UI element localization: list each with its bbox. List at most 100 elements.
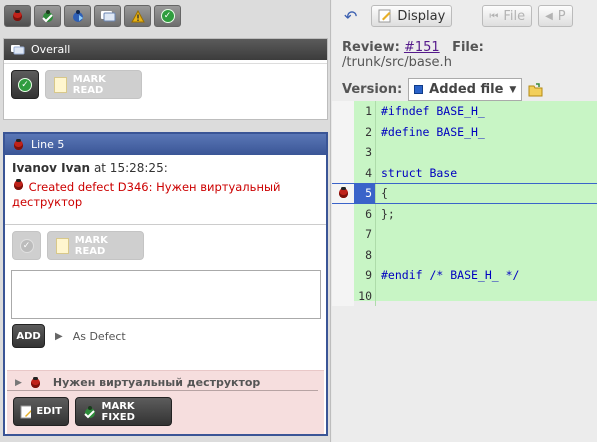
bug-blue-icon <box>72 10 83 22</box>
line-number: 8 <box>354 244 376 265</box>
left-pane: ✓ Overall ✓ MARK READ Line 5 Ivanov Ivan <box>0 0 331 442</box>
mark-read-label: MARK READ <box>72 73 106 96</box>
view-toolbar: ↶ Display ⏮ File ◀ P <box>332 4 597 28</box>
code-view: 1 #ifndef BASE_H_ 2 #define BASE_H_ 3 4 … <box>332 101 597 306</box>
expand-arrow-icon[interactable]: ▶ <box>55 331 63 342</box>
file-added-icon <box>414 85 424 94</box>
comment-text: Created defect D346: Нужен виртуальный д… <box>12 180 281 209</box>
mark-read-button[interactable]: MARK READ <box>47 231 144 260</box>
bug-icon <box>12 179 25 191</box>
page-icon <box>54 76 67 93</box>
add-button[interactable]: ADD <box>12 324 45 348</box>
bug-icon <box>12 138 25 151</box>
code-line-selected[interactable]: 5 { <box>332 183 597 204</box>
filter-bug-fixed-button[interactable] <box>34 5 61 27</box>
file-path: /trunk/src/base.h <box>342 55 452 70</box>
first-icon: ⏮ <box>489 10 499 22</box>
comment-author: Ivanov Ivan <box>12 161 91 175</box>
filter-bug-button[interactable] <box>4 5 31 27</box>
line-number: 1 <box>354 101 376 122</box>
defect-block: ▶ Нужен виртуальный деструктор EDIT MARK… <box>7 370 324 434</box>
code-line[interactable]: 2 #define BASE_H_ <box>332 121 597 142</box>
defect-title: Нужен виртуальный деструктор <box>52 376 261 389</box>
reply-textarea[interactable] <box>11 270 321 319</box>
file-label: File: <box>452 40 484 55</box>
overall-panel: Overall ✓ MARK READ <box>3 38 328 120</box>
code-line[interactable]: 4 struct Base <box>332 162 597 183</box>
chevron-down-icon: ▼ <box>509 84 517 95</box>
line-header[interactable]: Line 5 <box>5 134 326 155</box>
page-icon <box>56 237 69 254</box>
mark-fixed-button[interactable]: MARK FIXED <box>75 397 172 426</box>
line-number: 2 <box>354 121 376 142</box>
mark-fixed-label: MARK FIXED <box>101 400 135 423</box>
mark-read-label: MARK READ <box>74 234 108 257</box>
code-text: }; <box>381 206 395 221</box>
line-number: 4 <box>354 162 376 183</box>
edit-icon <box>378 9 391 23</box>
right-pane: ↶ Display ⏮ File ◀ P Review: #151 File: … <box>332 0 597 442</box>
code-text: #endif /* BASE_H_ */ <box>381 268 520 283</box>
as-defect-toggle[interactable]: As Defect <box>73 330 126 343</box>
code-text: #define BASE_H_ <box>381 124 485 139</box>
code-line[interactable]: 3 <box>332 142 597 163</box>
overall-title: Overall <box>31 43 71 56</box>
code-line[interactable]: 7 <box>332 224 597 245</box>
line-number: 3 <box>354 142 376 163</box>
review-label: Review: <box>342 40 400 55</box>
code-line[interactable]: 10 <box>332 285 597 306</box>
overall-header[interactable]: Overall <box>4 39 327 60</box>
add-label: ADD <box>16 330 41 342</box>
line-number: 7 <box>354 224 376 245</box>
mark-read-button[interactable]: MARK READ <box>45 70 142 99</box>
check-icon: ✓ <box>19 238 34 253</box>
prev-icon: ◀ <box>545 10 553 22</box>
line-panel: Line 5 Ivanov Ivan at 15:28:25: Created … <box>3 132 328 436</box>
review-info: Review: #151 File: /trunk/src/base.h Ver… <box>342 40 597 101</box>
back-arrow-icon[interactable]: ↶ <box>344 7 357 26</box>
review-link[interactable]: #151 <box>404 40 440 55</box>
version-select[interactable]: Added file ▼ <box>408 78 523 101</box>
code-text: struct Base <box>381 165 458 180</box>
check-icon: ✓ <box>160 9 175 23</box>
collapse-arrow-icon[interactable]: ▶ <box>15 378 22 388</box>
tab-file[interactable]: ⏮ File <box>482 5 533 27</box>
tab-prev[interactable]: ◀ P <box>538 5 573 27</box>
tab-display[interactable]: Display <box>371 5 453 27</box>
code-line[interactable]: 1 #ifndef BASE_H_ <box>332 101 597 122</box>
code-text: #ifndef BASE_H_ <box>381 104 485 119</box>
tab-file-label: File <box>503 8 526 24</box>
filter-toolbar: ✓ <box>4 5 181 29</box>
comment-icon <box>100 11 115 22</box>
accept-button[interactable]: ✓ <box>11 70 39 99</box>
line-number: 10 <box>354 285 376 306</box>
filter-check-button[interactable]: ✓ <box>154 5 181 27</box>
bug-green-icon <box>41 10 53 23</box>
code-text: { <box>381 186 388 201</box>
filter-comment-button[interactable] <box>94 5 121 27</box>
edit-label: EDIT <box>36 406 62 417</box>
folder-icon[interactable] <box>528 82 543 97</box>
code-line[interactable]: 6 }; <box>332 203 597 224</box>
edit-icon <box>20 405 32 418</box>
line-number: 9 <box>354 265 376 286</box>
accept-button[interactable]: ✓ <box>12 231 41 260</box>
bug-icon <box>11 10 24 22</box>
version-label: Version: <box>342 82 403 97</box>
line-number: 5 <box>354 184 376 203</box>
bug-green-icon <box>84 405 95 418</box>
filter-warning-button[interactable] <box>124 5 151 27</box>
filter-bug-blue-button[interactable] <box>64 5 91 27</box>
comment-icon <box>11 44 25 54</box>
bug-icon[interactable] <box>337 187 350 199</box>
comment-block: Ivanov Ivan at 15:28:25: Created defect … <box>5 155 326 225</box>
comment-time: at 15:28:25: <box>93 161 168 175</box>
line-title: Line 5 <box>31 138 65 151</box>
line-number: 6 <box>354 203 376 224</box>
edit-button[interactable]: EDIT <box>13 397 69 426</box>
warning-icon <box>130 9 145 22</box>
code-line[interactable]: 9 #endif /* BASE_H_ */ <box>332 265 597 286</box>
code-line[interactable]: 8 <box>332 244 597 265</box>
version-value: Added file <box>429 82 504 97</box>
check-icon: ✓ <box>18 77 32 92</box>
